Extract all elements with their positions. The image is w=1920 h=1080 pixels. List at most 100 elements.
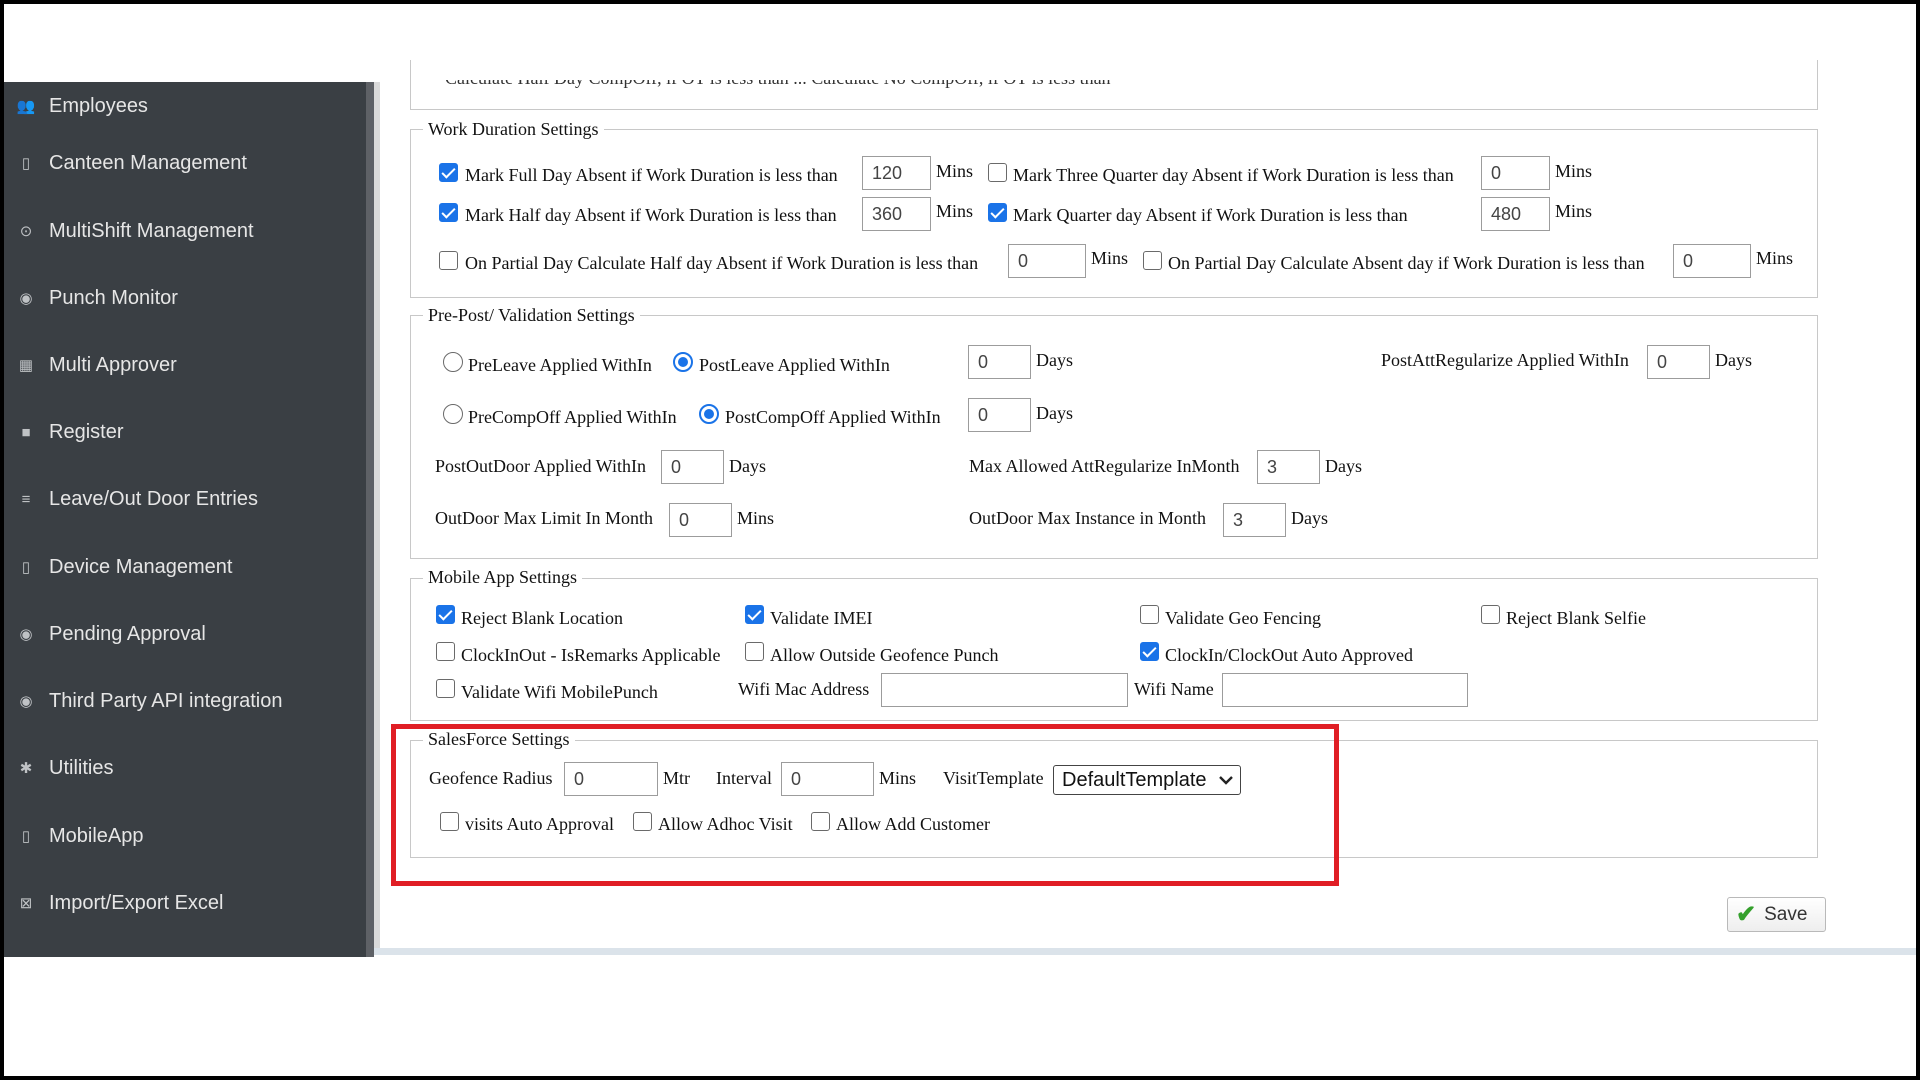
post-outdoor-label: PostOutDoor Applied WithIn	[435, 456, 646, 476]
postcompoff-radio[interactable]	[699, 404, 719, 424]
allow-adhoc-visit-checkbox[interactable]	[633, 812, 652, 831]
sidebar-item-pending-approval[interactable]: ◉ Pending Approval	[4, 610, 366, 658]
salesforce-fieldset	[410, 740, 1818, 858]
partial-half-day-unit: Mins	[1091, 248, 1129, 268]
post-outdoor-input[interactable]: 0	[661, 450, 724, 484]
reject-blank-location-checkbox[interactable]	[436, 605, 455, 624]
half-day-absent-label: Mark Half day Absent if Work Duration is…	[465, 205, 837, 225]
geofence-radius-label: Geofence Radius	[429, 768, 553, 788]
visit-template-select[interactable]: DefaultTemplate	[1053, 765, 1241, 795]
sidebar-item-label: MobileApp	[49, 824, 144, 847]
save-button-label: Save	[1764, 903, 1808, 925]
salesforce-legend: SalesForce Settings	[423, 729, 575, 749]
partial-half-day-checkbox[interactable]	[439, 251, 458, 270]
validate-imei-checkbox[interactable]	[745, 605, 764, 624]
sidebar-item-employees[interactable]: 👥 Employees	[4, 82, 366, 130]
post-att-regularize-input[interactable]: 0	[1647, 345, 1710, 379]
postleave-radio[interactable]	[673, 352, 693, 372]
partial-half-day-input[interactable]: 0	[1008, 244, 1086, 278]
clockinout-remarks-checkbox[interactable]	[436, 642, 455, 661]
preleave-radio[interactable]	[443, 352, 463, 372]
partial-absent-day-unit: Mins	[1756, 248, 1794, 268]
compoff-within-unit: Days	[1036, 403, 1073, 423]
interval-label: Interval	[716, 768, 772, 788]
reject-blank-location-label: Reject Blank Location	[461, 608, 623, 628]
clockinout-remarks-label: ClockInOut - IsRemarks Applicable	[461, 645, 721, 665]
precompoff-label: PreCompOff Applied WithIn	[468, 407, 677, 427]
outdoor-max-limit-input[interactable]: 0	[669, 503, 732, 537]
sidebar-item-import-export-excel[interactable]: ⊠ Import/Export Excel	[4, 879, 366, 927]
sidebar: 👥 Employees ▯ Canteen Management ⊙ Multi…	[4, 82, 374, 957]
half-day-absent-input[interactable]: 360	[862, 197, 931, 231]
sidebar-item-punch-monitor[interactable]: ◉ Punch Monitor	[4, 274, 366, 322]
sidebar-item-label: Canteen Management	[49, 151, 247, 174]
three-quarter-absent-checkbox[interactable]	[988, 163, 1007, 182]
outdoor-max-instance-input[interactable]: 3	[1223, 503, 1286, 537]
partial-absent-day-label: On Partial Day Calculate Absent day if W…	[1168, 253, 1645, 273]
reject-blank-selfie-checkbox[interactable]	[1481, 605, 1500, 624]
partial-absent-day-checkbox[interactable]	[1143, 251, 1162, 270]
sidebar-item-label: Register	[49, 420, 124, 443]
sidebar-item-label: Multi Approver	[49, 353, 177, 376]
register-icon: ■	[21, 423, 31, 441]
full-day-absent-checkbox[interactable]	[439, 163, 458, 182]
geofence-radius-input[interactable]: 0	[564, 762, 658, 796]
sidebar-item-multishift-management[interactable]: ⊙ MultiShift Management	[4, 207, 366, 255]
reject-blank-selfie-label: Reject Blank Selfie	[1506, 608, 1646, 628]
excel-icon: ⊠	[19, 895, 33, 912]
wifi-mac-label: Wifi Mac Address	[738, 679, 870, 699]
save-button[interactable]: ✔ Save	[1727, 897, 1826, 932]
users-icon: 👥	[16, 98, 36, 115]
precompoff-radio[interactable]	[443, 404, 463, 424]
three-quarter-absent-input[interactable]: 0	[1481, 156, 1550, 190]
clock-auto-approved-label: ClockIn/ClockOut Auto Approved	[1165, 645, 1413, 665]
post-att-regularize-label: PostAttRegularize Applied WithIn	[1381, 350, 1629, 370]
visit-template-value: DefaultTemplate	[1062, 769, 1207, 791]
visits-auto-approval-checkbox[interactable]	[440, 812, 459, 831]
sidebar-item-label: Punch Monitor	[49, 286, 178, 309]
validate-wifi-checkbox[interactable]	[436, 679, 455, 698]
visit-template-label: VisitTemplate	[943, 768, 1044, 788]
mobile-app-legend: Mobile App Settings	[423, 567, 583, 587]
sidebar-item-leave-outdoor-entries[interactable]: ≡ Leave/Out Door Entries	[4, 475, 366, 523]
post-att-regularize-unit: Days	[1715, 350, 1752, 370]
allow-outside-geofence-checkbox[interactable]	[745, 642, 764, 661]
outdoor-max-instance-unit: Days	[1291, 508, 1328, 528]
quarter-day-absent-checkbox[interactable]	[988, 203, 1007, 222]
wifi-mac-input[interactable]	[881, 673, 1128, 707]
sidebar-item-third-party-api[interactable]: ◉ Third Party API integration	[4, 677, 366, 725]
allow-add-customer-checkbox[interactable]	[811, 812, 830, 831]
sidebar-item-label: MultiShift Management	[49, 219, 254, 242]
sidebar-item-device-management[interactable]: ▯ Device Management	[4, 543, 366, 591]
half-day-unit: Mins	[936, 201, 974, 221]
validate-geo-fencing-checkbox[interactable]	[1140, 605, 1159, 624]
sidebar-item-register[interactable]: ■ Register	[4, 408, 366, 456]
sidebar-item-canteen-management[interactable]: ▯ Canteen Management	[4, 139, 366, 187]
sidebar-item-label: Pending Approval	[49, 622, 206, 645]
wifi-name-input[interactable]	[1222, 673, 1468, 707]
allow-outside-geofence-label: Allow Outside Geofence Punch	[770, 645, 999, 665]
compoff-within-input[interactable]: 0	[968, 398, 1031, 432]
chevron-down-icon	[1219, 776, 1233, 785]
clock-icon: ⊙	[19, 223, 33, 240]
sidebar-item-mobileapp[interactable]: ▯ MobileApp	[4, 812, 366, 860]
geofence-radius-unit: Mtr	[663, 768, 690, 788]
partial-half-day-label: On Partial Day Calculate Half day Absent…	[465, 253, 979, 273]
clock-auto-approved-checkbox[interactable]	[1140, 642, 1159, 661]
wifi-name-label: Wifi Name	[1134, 679, 1214, 699]
list-icon: ≡	[21, 490, 31, 508]
max-att-regularize-input[interactable]: 3	[1257, 450, 1320, 484]
sidebar-item-multi-approver[interactable]: ▦ Multi Approver	[4, 341, 366, 389]
full-day-absent-label: Mark Full Day Absent if Work Duration is…	[465, 165, 838, 185]
half-day-absent-checkbox[interactable]	[439, 203, 458, 222]
full-day-absent-input[interactable]: 120	[862, 156, 931, 190]
partial-absent-day-input[interactable]: 0	[1673, 244, 1751, 278]
interval-input[interactable]: 0	[781, 762, 874, 796]
leave-within-input[interactable]: 0	[968, 345, 1031, 379]
postleave-label: PostLeave Applied WithIn	[699, 355, 890, 375]
interval-unit: Mins	[879, 768, 917, 788]
validate-geo-fencing-label: Validate Geo Fencing	[1165, 608, 1321, 628]
full-day-unit: Mins	[936, 161, 974, 181]
sidebar-item-utilities[interactable]: ✱ Utilities	[4, 744, 366, 792]
quarter-day-absent-input[interactable]: 480	[1481, 197, 1550, 231]
